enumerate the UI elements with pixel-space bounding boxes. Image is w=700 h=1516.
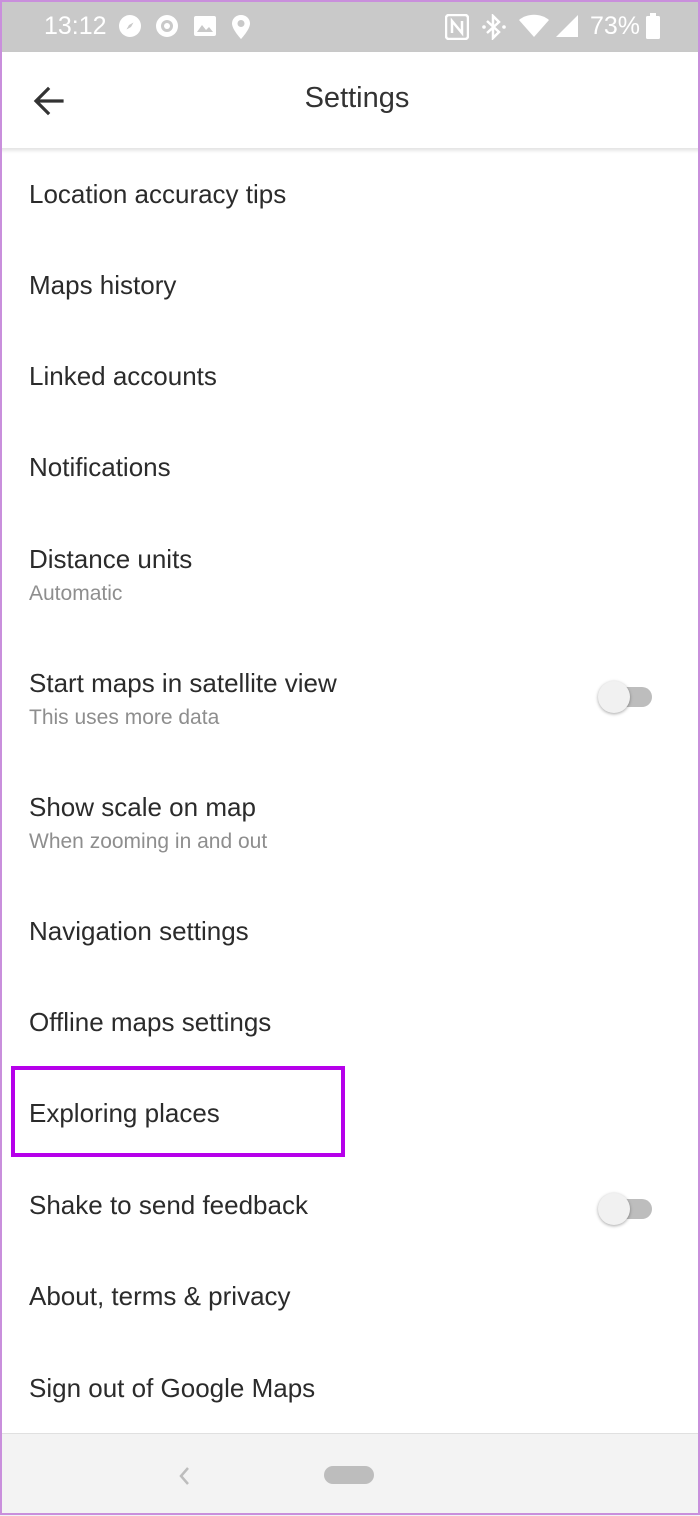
satellite-view-toggle[interactable] <box>598 681 654 713</box>
setting-location-accuracy-tips[interactable]: Location accuracy tips <box>0 148 700 239</box>
setting-title: Navigation settings <box>29 916 249 946</box>
setting-notifications[interactable]: Notifications <box>0 421 700 512</box>
setting-title: Notifications <box>29 452 171 482</box>
battery-percentage: 73% <box>590 12 641 40</box>
setting-show-scale[interactable]: Show scale on map When zooming in and ou… <box>0 760 700 882</box>
app-bar: Settings <box>0 52 700 149</box>
setting-title: Shake to send feedback <box>29 1190 308 1220</box>
setting-sign-out[interactable]: Sign out of Google Maps <box>0 1337 700 1433</box>
nav-home-pill[interactable] <box>324 1466 374 1484</box>
setting-title: Exploring places <box>29 1098 220 1128</box>
setting-title: Linked accounts <box>29 361 217 391</box>
toggle-thumb <box>598 1193 630 1225</box>
image-icon <box>193 14 217 43</box>
status-time: 13:12 <box>44 12 107 40</box>
page-title: Settings <box>304 82 410 114</box>
setting-satellite-view[interactable]: Start maps in satellite view This uses m… <box>0 636 700 760</box>
nfc-icon <box>444 13 470 45</box>
toggle-thumb <box>598 681 630 713</box>
setting-offline-maps[interactable]: Offline maps settings <box>0 973 700 1064</box>
setting-title: Distance units <box>29 544 193 574</box>
setting-title: Maps history <box>29 270 177 300</box>
setting-title: Start maps in satellite view <box>29 668 337 698</box>
system-nav-bar <box>0 1433 700 1516</box>
setting-title: Sign out of Google Maps <box>29 1373 316 1403</box>
setting-about-terms-privacy[interactable]: About, terms & privacy <box>0 1246 700 1337</box>
target-icon <box>155 14 179 43</box>
setting-subtitle: This uses more data <box>29 706 220 729</box>
status-bar: 13:12 73% <box>0 0 700 52</box>
location-pin-icon <box>231 14 251 45</box>
setting-shake-feedback[interactable]: Shake to send feedback <box>0 1155 700 1246</box>
setting-exploring-places[interactable]: Exploring places <box>0 1064 700 1155</box>
shake-feedback-toggle[interactable] <box>598 1193 654 1225</box>
setting-navigation-settings[interactable]: Navigation settings <box>0 882 700 973</box>
setting-distance-units[interactable]: Distance units Automatic <box>0 512 700 626</box>
chevron-left-icon <box>179 1467 189 1485</box>
bluetooth-icon <box>482 12 510 45</box>
battery-icon <box>646 13 660 44</box>
compass-icon <box>118 14 142 43</box>
setting-subtitle: When zooming in and out <box>29 830 268 853</box>
signal-icon <box>555 14 579 43</box>
setting-linked-accounts[interactable]: Linked accounts <box>0 330 700 421</box>
setting-subtitle: Automatic <box>29 582 123 605</box>
setting-title: Location accuracy tips <box>29 179 287 209</box>
setting-title: About, terms & privacy <box>29 1281 291 1311</box>
wifi-icon <box>518 14 550 43</box>
setting-maps-history[interactable]: Maps history <box>0 239 700 330</box>
setting-title: Offline maps settings <box>29 1007 272 1037</box>
nav-back-button[interactable] <box>174 1460 196 1492</box>
setting-title: Show scale on map <box>29 792 256 822</box>
